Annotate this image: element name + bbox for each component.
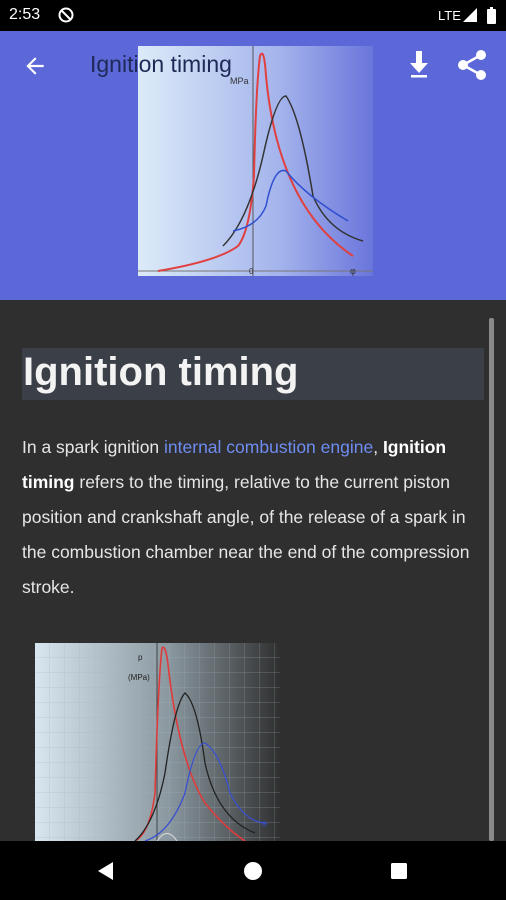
- paragraph-text-1: In a spark ignition: [22, 437, 165, 457]
- page-title: Ignition timing: [90, 51, 232, 77]
- hero-x-zero-label: 0: [249, 267, 254, 276]
- battery-icon: [487, 7, 496, 24]
- dnd-icon: [58, 7, 74, 23]
- link-internal-combustion-engine[interactable]: internal combustion engine: [164, 437, 373, 457]
- status-bar: 2:53 LTE: [0, 0, 506, 31]
- figure-p-label: p: [138, 653, 143, 662]
- navigation-bar: [0, 841, 506, 900]
- status-time: 2:53: [9, 6, 41, 23]
- download-icon[interactable]: [407, 49, 431, 79]
- paragraph-text-2: ,: [373, 437, 383, 457]
- article-heading: Ignition timing: [23, 350, 299, 394]
- network-type: LTE: [438, 8, 461, 23]
- article-figure[interactable]: p (MPa) a: [35, 643, 280, 841]
- share-icon[interactable]: [456, 49, 488, 81]
- figure-unit-label: (MPa): [128, 673, 150, 682]
- hero-x-label: φ: [350, 266, 356, 276]
- back-arrow-icon[interactable]: [22, 53, 48, 79]
- home-circle-icon[interactable]: [242, 860, 264, 882]
- app-bar: MPa 0 φ Ignition timing: [0, 31, 506, 300]
- recents-square-icon[interactable]: [388, 860, 410, 882]
- article-paragraph: In a spark ignition internal combustion …: [22, 430, 487, 605]
- back-triangle-icon[interactable]: [95, 860, 117, 882]
- hero-y-label: MPa: [230, 76, 249, 86]
- scrollbar[interactable]: [489, 318, 494, 841]
- figure-curve-label: a: [262, 819, 267, 828]
- hero-image: MPa 0 φ: [138, 46, 373, 276]
- paragraph-text-3: refers to the timing, relative to the cu…: [22, 472, 470, 597]
- article-content[interactable]: Ignition timing In a spark ignition inte…: [0, 300, 506, 841]
- signal-icon: [463, 8, 477, 22]
